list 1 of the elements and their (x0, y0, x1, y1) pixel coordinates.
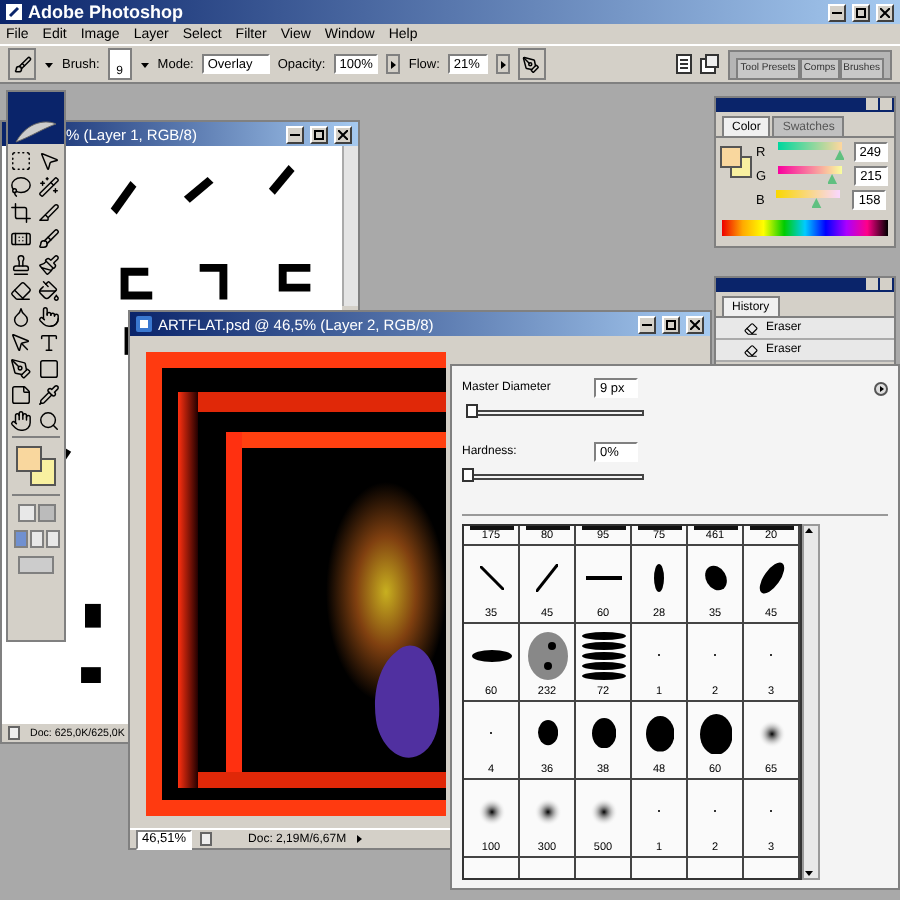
app-title: Adobe Photoshop (28, 2, 183, 22)
